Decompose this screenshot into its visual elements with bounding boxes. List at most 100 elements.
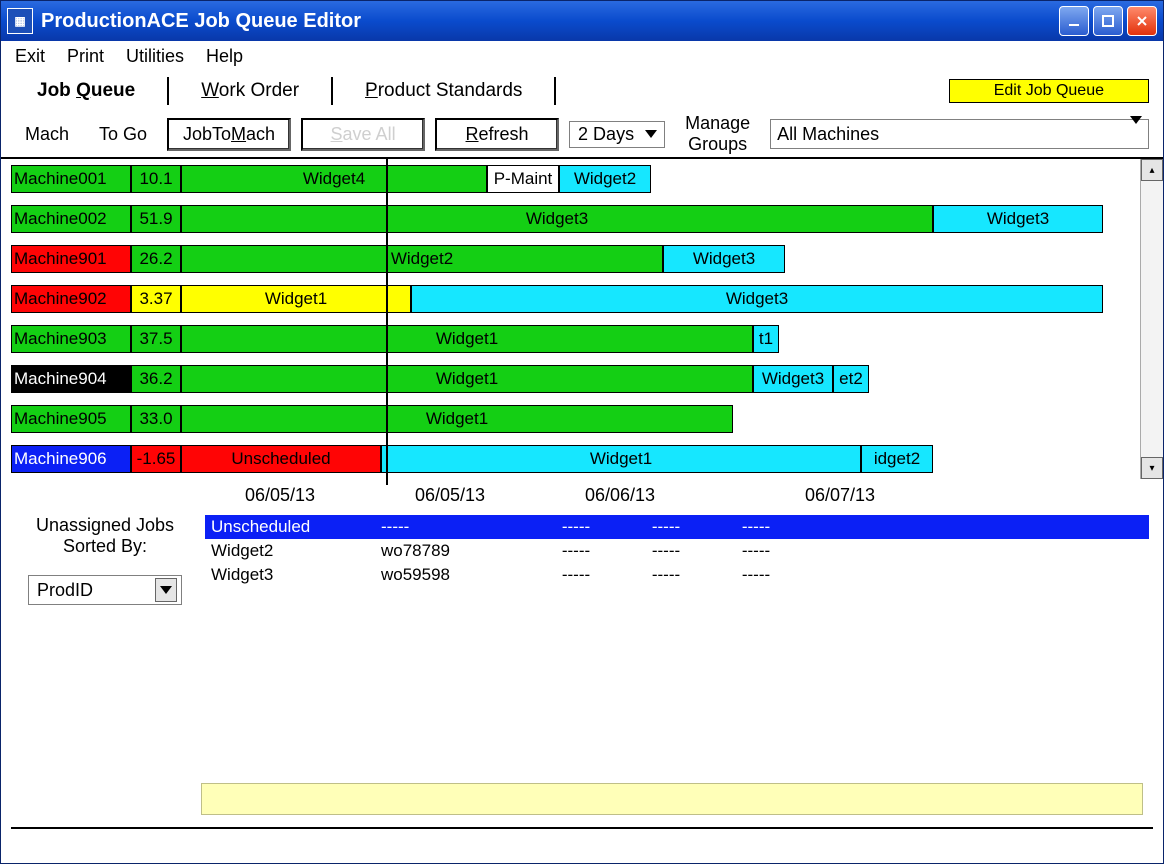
now-marker — [386, 159, 388, 485]
axis-tick: 06/07/13 — [805, 485, 975, 509]
gantt-row[interactable]: Machine00110.1Widget4P-MaintWidget2 — [11, 165, 1140, 193]
machine-filter-value: All Machines — [777, 124, 879, 145]
job-bar[interactable]: Widget3 — [933, 205, 1103, 233]
save-all-key: S — [331, 124, 343, 144]
unassigned-row[interactable]: Unscheduled-------------------- — [205, 515, 1149, 539]
gantt-row[interactable]: Machine906-1.65UnscheduledWidget1idget2 — [11, 445, 1140, 473]
gantt-row[interactable]: Machine90126.2Widget2Widget3 — [11, 245, 1140, 273]
gantt-row[interactable]: Machine90337.5Widget1t1 — [11, 325, 1140, 353]
job-bar[interactable]: Widget4 — [181, 165, 487, 193]
unassigned-list[interactable]: Unscheduled ----- ----- ----- ----- Widget2 wo… — [205, 515, 1149, 605]
job-to-mach-button[interactable]: JobToMach — [167, 118, 291, 151]
job-to-mach-key: M — [231, 124, 246, 144]
unassigned-row[interactable]: Widget2 wo78789 ----- ----- ----- — [205, 539, 1149, 563]
togo-cell: 33.0 — [131, 405, 181, 433]
unassigned-cell: ----- — [381, 517, 511, 537]
manage-groups-button[interactable]: ManageGroups — [675, 113, 760, 155]
minimize-button[interactable] — [1059, 6, 1089, 36]
unassigned-section: Unassigned Jobs Sorted By: ProdID Unsche… — [1, 509, 1163, 605]
tab-job-queue[interactable]: Job Queue — [15, 80, 157, 102]
togo-cell: 3.37 — [131, 285, 181, 313]
job-bar[interactable]: Widget1 — [181, 285, 411, 313]
refresh-key: R — [466, 124, 479, 144]
menubar: Exit Print Utilities Help — [1, 41, 1163, 71]
machine-cell[interactable]: Machine901 — [11, 245, 131, 273]
tab-separator — [167, 77, 169, 105]
maximize-button[interactable] — [1093, 6, 1123, 36]
unassigned-row[interactable]: Widget3wo59598--------------- — [205, 563, 1149, 587]
machine-cell[interactable]: Machine905 — [11, 405, 131, 433]
unassigned-cell: wo59598 — [381, 565, 511, 585]
gantt-row[interactable]: Machine00251.9Widget3Widget3 — [11, 205, 1140, 233]
tab-job-queue-key: Q — [76, 80, 91, 101]
tab-product-standards[interactable]: Product Standards — [343, 80, 544, 102]
menu-print[interactable]: Print — [67, 46, 104, 67]
job-bar[interactable]: Widget3 — [411, 285, 1103, 313]
sort-by-value: ProdID — [37, 580, 93, 601]
sort-by-select[interactable]: ProdID — [28, 575, 182, 605]
job-bar[interactable]: Widget1 — [381, 445, 861, 473]
unassigned-cell: ----- — [551, 541, 601, 561]
menu-help[interactable]: Help — [206, 46, 243, 67]
chevron-down-icon — [155, 578, 177, 602]
chevron-down-icon — [1130, 124, 1142, 145]
job-bar[interactable]: et2 — [833, 365, 869, 393]
machine-cell[interactable]: Machine001 — [11, 165, 131, 193]
machine-cell[interactable]: Machine903 — [11, 325, 131, 353]
tab-row: Job Queue Work Order Product Standards E… — [1, 71, 1163, 111]
unassigned-cell: Widget2 — [211, 541, 341, 561]
app-icon: ▦ — [7, 8, 33, 34]
unassigned-cell: ----- — [731, 541, 781, 561]
machine-cell[interactable]: Machine906 — [11, 445, 131, 473]
unassigned-title-2: Sorted By: — [63, 536, 147, 557]
gantt-row[interactable]: Machine9023.37Widget1Widget3 — [11, 285, 1140, 313]
menu-utilities[interactable]: Utilities — [126, 46, 184, 67]
job-bar[interactable]: Unscheduled — [181, 445, 381, 473]
gantt-row[interactable]: Machine90533.0Widget1 — [11, 405, 1140, 433]
unassigned-cell: Unscheduled — [211, 517, 341, 537]
machine-cell[interactable]: Machine902 — [11, 285, 131, 313]
togo-cell: 51.9 — [131, 205, 181, 233]
job-bar[interactable]: P-Maint — [487, 165, 559, 193]
job-bar[interactable]: Widget2 — [559, 165, 651, 193]
scroll-up-button[interactable]: ▴ — [1141, 159, 1163, 181]
unassigned-cell: wo78789 — [381, 541, 511, 561]
job-bar[interactable]: Widget3 — [663, 245, 785, 273]
job-bar[interactable]: t1 — [753, 325, 779, 353]
job-bar[interactable]: Widget3 — [181, 205, 933, 233]
save-all-button[interactable]: Save All — [301, 118, 425, 151]
unassigned-cell: ----- — [641, 541, 691, 561]
vertical-scrollbar[interactable]: ▴ ▾ — [1140, 159, 1163, 479]
refresh-button[interactable]: Refresh — [435, 118, 559, 151]
job-bar[interactable]: Widget1 — [181, 365, 753, 393]
tab-separator — [554, 77, 556, 105]
tab-product-standards-key: P — [365, 80, 378, 101]
togo-cell: 26.2 — [131, 245, 181, 273]
edit-job-queue-button[interactable]: Edit Job Queue — [949, 79, 1149, 103]
menu-exit[interactable]: Exit — [15, 46, 45, 67]
job-bar[interactable]: Widget2 — [181, 245, 663, 273]
status-strip — [201, 783, 1143, 815]
job-bar[interactable]: Widget1 — [181, 405, 733, 433]
gantt-row[interactable]: Machine90436.2Widget1Widget3et2 — [11, 365, 1140, 393]
axis-tick: 06/05/13 — [245, 485, 415, 509]
close-icon — [1135, 14, 1149, 28]
machine-cell[interactable]: Machine904 — [11, 365, 131, 393]
time-range-select[interactable]: 2 Days — [569, 121, 665, 148]
titlebar: ▦ ProductionACE Job Queue Editor — [1, 1, 1163, 41]
close-button[interactable] — [1127, 6, 1157, 36]
unassigned-title-1: Unassigned Jobs — [36, 515, 174, 536]
job-bar[interactable]: Widget3 — [753, 365, 833, 393]
togo-cell: 36.2 — [131, 365, 181, 393]
machine-cell[interactable]: Machine002 — [11, 205, 131, 233]
tab-work-order[interactable]: Work Order — [179, 80, 321, 102]
chevron-down-icon — [642, 125, 660, 143]
unassigned-cell: ----- — [731, 565, 781, 585]
minimize-icon — [1067, 14, 1081, 28]
job-bar[interactable]: Widget1 — [181, 325, 753, 353]
footer-divider — [11, 827, 1153, 829]
scroll-down-button[interactable]: ▾ — [1141, 457, 1163, 479]
machine-filter-select[interactable]: All Machines — [770, 119, 1149, 149]
tab-work-order-key: W — [201, 80, 219, 101]
job-bar[interactable]: idget2 — [861, 445, 933, 473]
